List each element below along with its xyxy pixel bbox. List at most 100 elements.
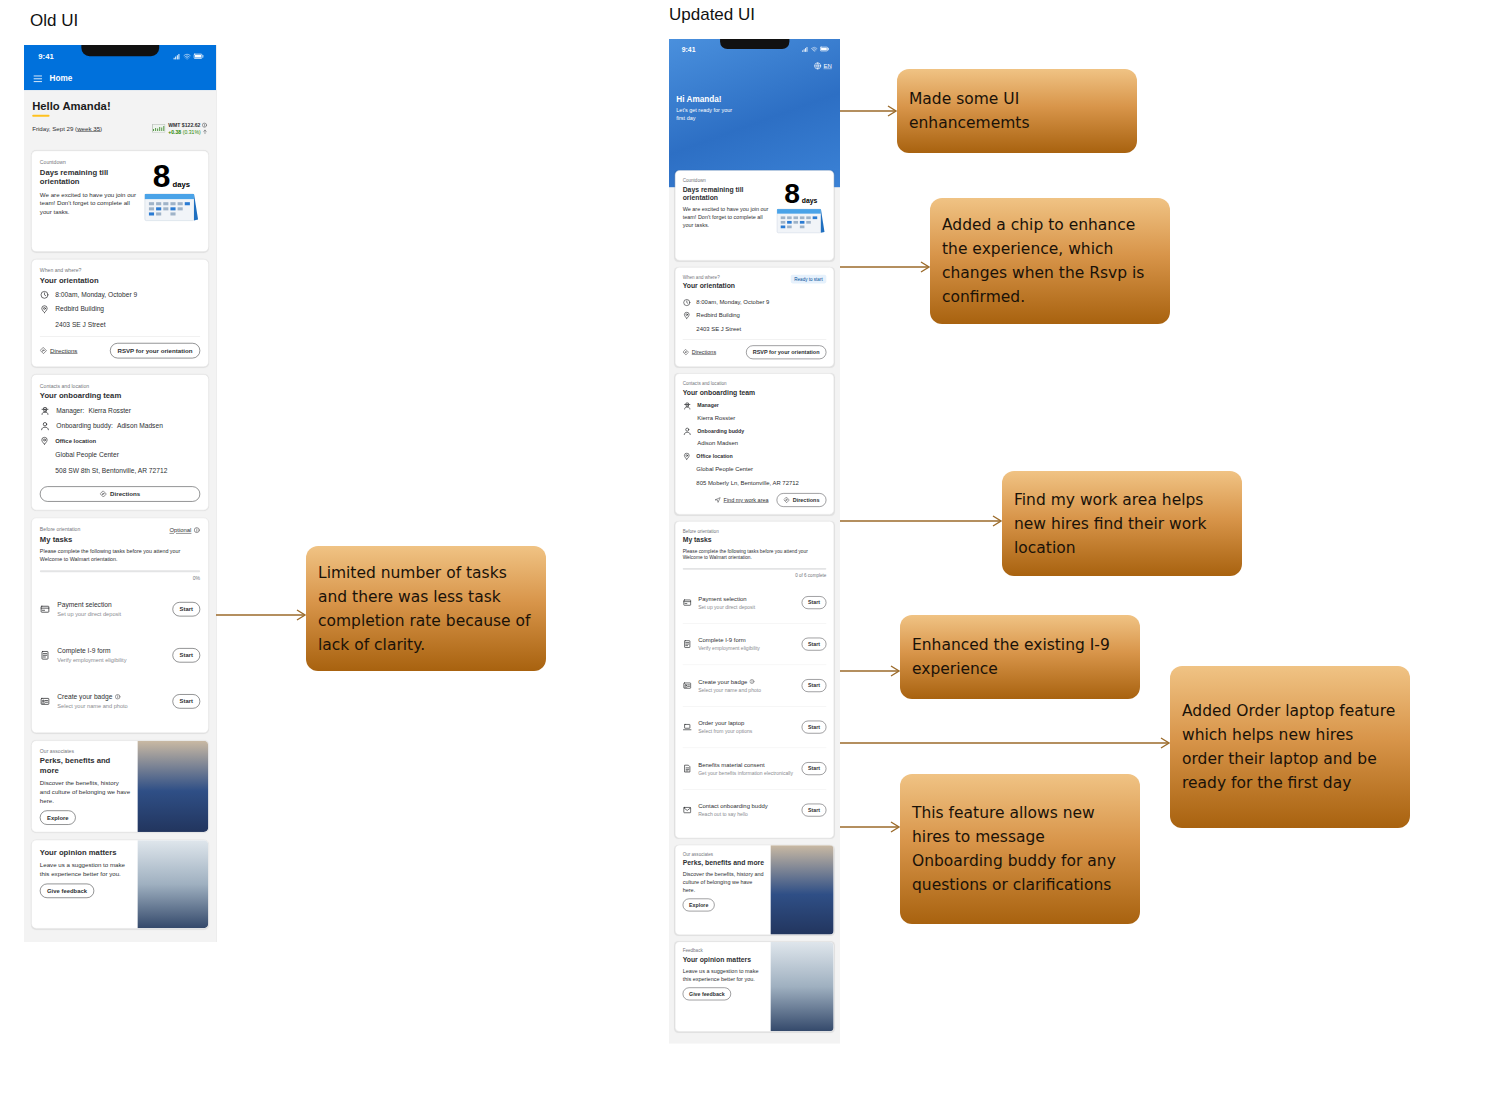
progress-label: 0%	[40, 575, 200, 581]
orientation-address-line: 2403 SE J Street	[55, 320, 105, 329]
card-eyebrow: Countdown	[683, 178, 770, 183]
start-button[interactable]: Start	[802, 638, 827, 651]
rsvp-button[interactable]: RSVP for your orientation	[746, 345, 826, 359]
menu-icon	[32, 73, 43, 84]
progress-label: 0 of 6 complete	[683, 573, 827, 578]
list-icon	[683, 764, 692, 773]
menu-button[interactable]	[32, 73, 43, 84]
badge-icon	[683, 681, 692, 690]
card-eyebrow: Countdown	[40, 159, 137, 165]
task-title: Create your badge	[698, 678, 747, 685]
card-body: We are excited to have you join our team…	[40, 190, 137, 216]
card-eyebrow: Our associates	[683, 852, 765, 857]
updated-ui-label: Updated UI	[669, 5, 755, 25]
promo-button[interactable]: Explore	[683, 899, 715, 912]
directions-button[interactable]: Directions	[40, 486, 200, 501]
info-icon	[202, 122, 208, 128]
connector-layer	[0, 0, 1500, 1113]
directions-icon	[784, 497, 790, 503]
promo-button[interactable]: Explore	[40, 810, 76, 824]
find-work-area-link[interactable]: Find my work area	[714, 497, 768, 503]
member-role: Onboarding buddy	[697, 427, 744, 435]
tasks-card: Before orientation OptionalMy tasks Please…	[31, 518, 209, 734]
laptop-icon	[683, 723, 692, 732]
member-role: Manager:	[56, 406, 84, 414]
mail-icon	[683, 806, 692, 815]
card-eyebrow: When and where?	[683, 275, 735, 280]
annotation-callout: Added Order laptop feature which helps n…	[1170, 666, 1410, 828]
start-button[interactable]: Start	[802, 721, 827, 734]
member-role: Manager	[697, 401, 735, 409]
connector-arrow	[840, 822, 899, 832]
orientation-card: When and where? Your orientation Ready to …	[675, 267, 834, 367]
connector-arrow	[840, 106, 896, 116]
person-icon	[40, 421, 50, 431]
orientation-address-line: 2403 SE J Street	[696, 325, 741, 333]
annotation-callout: Added a chip to enhance the experience, …	[930, 198, 1170, 324]
start-button[interactable]: Start	[172, 602, 200, 616]
start-button[interactable]: Start	[802, 596, 827, 609]
start-button[interactable]: Start	[802, 762, 827, 775]
card-eyebrow: Before orientation	[40, 526, 80, 532]
task-title: Create your badge	[57, 693, 112, 701]
info-icon	[114, 694, 120, 700]
pin-icon	[683, 311, 691, 319]
card-title: My tasks	[40, 534, 200, 544]
week-link[interactable]: week 35	[77, 125, 100, 132]
start-button[interactable]: Start	[802, 804, 827, 817]
card-body: Please complete the following tasks befo…	[40, 548, 200, 562]
status-chip: Ready to start	[791, 275, 827, 284]
photo	[138, 840, 209, 928]
card-eyebrow: Feedback	[683, 948, 765, 953]
promo-button[interactable]: Give feedback	[683, 987, 731, 1000]
promo-button[interactable]: Give feedback	[40, 884, 94, 898]
start-button[interactable]: Start	[172, 694, 200, 708]
task-title: Payment selection	[698, 595, 746, 602]
stock-change: +0.38	[168, 128, 181, 135]
task-subtitle: Get your benefits information electronic…	[698, 769, 795, 776]
orientation-card: When and where?Your orientation8:00am, M…	[31, 259, 209, 367]
orientation-address-line: Redbird Building	[55, 305, 105, 314]
pin-icon	[683, 452, 691, 460]
onboarding-team-card: Contacts and locationYour onboarding tea…	[675, 373, 834, 514]
annotation-callout: Made some UI enhancememts	[897, 69, 1137, 153]
wifi-icon	[811, 46, 818, 53]
greeting-subtitle: Let's get ready for your first day	[669, 107, 747, 123]
rsvp-button[interactable]: RSVP for your orientation	[110, 343, 200, 358]
card-body: Leave us a suggestion to make this exper…	[40, 861, 131, 878]
optional-link[interactable]: Optional	[169, 527, 191, 533]
task-subtitle: Select your name and photo	[698, 686, 795, 693]
task-subtitle: Reach out to say hello	[698, 811, 795, 818]
member-name: Adison Madsen	[697, 439, 744, 447]
promo-card: FeedbackYour opinion mattersLeave us a s…	[675, 941, 834, 1031]
directions-link[interactable]: Directions	[40, 347, 78, 354]
countdown-number: 8	[784, 181, 800, 207]
status-time: 9:41	[682, 45, 696, 53]
battery-icon	[193, 51, 203, 61]
start-button[interactable]: Start	[172, 648, 200, 662]
orientation-time: 8:00am, Monday, October 9	[696, 298, 769, 306]
card-title: Your orientation	[40, 275, 200, 285]
card-title: Your opinion matters	[40, 847, 131, 857]
directions-icon	[100, 490, 107, 497]
card-body: Discover the benefits, history and cultu…	[40, 779, 131, 805]
task-subtitle: Select your name and photo	[57, 702, 165, 710]
onboarding-team-card: Contacts and locationYour onboarding tea…	[31, 374, 209, 510]
card-title: Your orientation	[683, 282, 735, 291]
old-ui-phone: 9:41HomeHello Amanda!Friday, Sept 29 (we…	[24, 45, 217, 942]
app-bar-title: Home	[50, 74, 73, 83]
signal-icon	[802, 46, 809, 53]
directions-link[interactable]: Directions	[683, 349, 716, 355]
card-title: Your onboarding team	[683, 388, 827, 397]
card-icon	[40, 604, 50, 614]
language-selector[interactable]: EN	[814, 62, 832, 70]
member-name: Kierra Rosster	[88, 406, 131, 414]
task-subtitle: Set up your direct deposit	[698, 603, 795, 610]
card-title: Your opinion matters	[683, 955, 765, 964]
progress-bar	[683, 568, 827, 570]
phone-notch	[81, 45, 159, 56]
member-name: Adison Madsen	[117, 422, 163, 430]
start-button[interactable]: Start	[802, 679, 827, 692]
directions-button[interactable]: Directions	[777, 493, 827, 507]
doc-icon	[40, 650, 50, 660]
